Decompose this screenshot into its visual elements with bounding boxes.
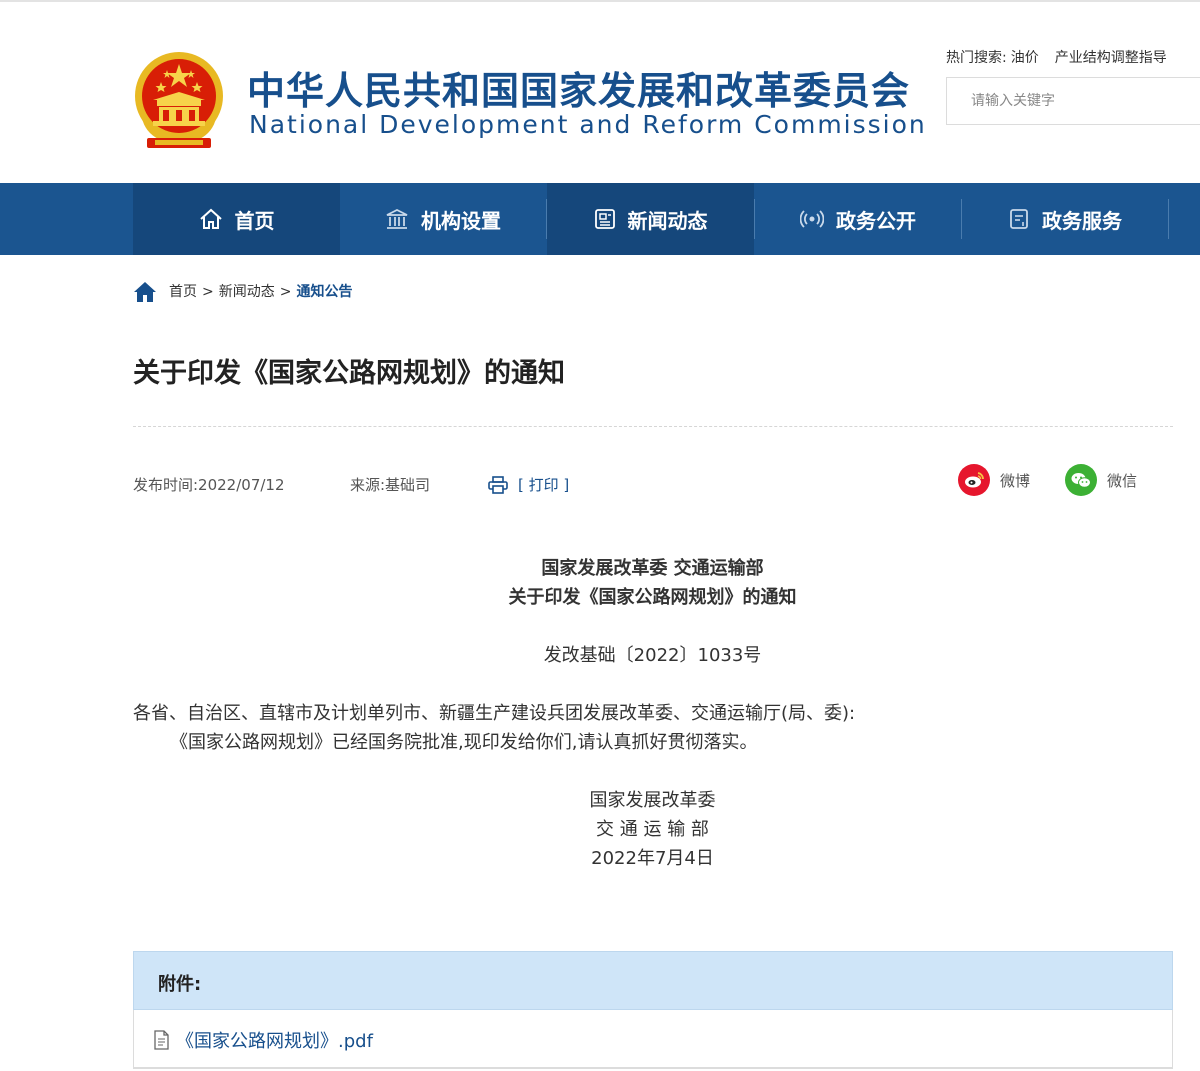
print-button[interactable]: [ 打印 ] (488, 474, 569, 496)
doc-number: 发改基础〔2022〕1033号 (543, 645, 762, 666)
doc-body: 《国家公路网规划》已经国务院批准,现印发给你们,请认真抓好贯彻落实。 (170, 732, 758, 753)
site-title-en[interactable]: National Development and Reform Commissi… (249, 110, 927, 140)
nav-item-label: 首页 (234, 208, 275, 233)
share-weibo[interactable]: 微博 (958, 464, 1030, 496)
article-source: 来源:基础司 (350, 476, 431, 494)
nav-item-label: 政务公开 (836, 208, 916, 233)
doc-addressee: 各省、自治区、直辖市及计划单列市、新疆生产建设兵团发展改革委、交通运输厅(局、委… (133, 703, 856, 724)
nav-item-organization[interactable]: 机构设置 (340, 183, 546, 255)
share-wechat[interactable]: 微信 (1065, 464, 1137, 496)
nav-item-label: 政务服务 (1042, 208, 1122, 233)
main-nav: 首页 机构设置 新闻动态 政务公开 政务服务 (0, 183, 1200, 255)
hot-search: 热门搜索: 油价 产业结构调整指导 (946, 48, 1167, 68)
home-icon (199, 208, 222, 229)
printer-icon (488, 476, 508, 494)
share-label: 微信 (1107, 471, 1138, 490)
building-icon (386, 208, 408, 229)
doc-date: 2022年7月4日 (591, 848, 714, 869)
breadcrumb-news[interactable]: 新闻动态 (219, 281, 275, 303)
article-title: 关于印发《国家公路网规划》的通知 (133, 358, 565, 389)
print-label: [ 打印 ] (518, 476, 570, 494)
attachments-label: 附件: (158, 974, 202, 995)
wechat-icon (1065, 464, 1097, 496)
attachment-row: 《国家公路网规划》.pdf (133, 1010, 1173, 1068)
breadcrumb-home[interactable]: 首页 (169, 281, 197, 303)
search-box (946, 77, 1200, 125)
nav-item-government-services[interactable]: 政务服务 (962, 183, 1168, 255)
national-emblem-logo[interactable] (133, 52, 225, 150)
attachment-link[interactable]: 《国家公路网规划》.pdf (152, 1027, 373, 1053)
title-divider (133, 426, 1173, 427)
nav-item-label: 机构设置 (421, 208, 501, 233)
nav-item-government-affairs[interactable]: 政务公开 (755, 183, 961, 255)
hot-search-keyword[interactable]: 产业结构调整指导 (1055, 50, 1167, 66)
nav-divider (1168, 199, 1169, 239)
doc-signature: 交 通 运 输 部 (596, 819, 709, 840)
breadcrumb-separator: > (202, 284, 214, 300)
breadcrumb: 首页 > 新闻动态 > 通知公告 (133, 281, 352, 303)
hot-search-keyword[interactable]: 油价 (1011, 50, 1039, 66)
nav-item-label: 新闻动态 (627, 208, 708, 233)
document-icon (154, 1030, 169, 1050)
share-label: 微博 (1000, 471, 1031, 490)
broadcast-icon (800, 210, 824, 228)
doc-title: 关于印发《国家公路网规划》的通知 (508, 587, 797, 608)
home-icon (134, 282, 156, 302)
doc-signature: 国家发展改革委 (589, 790, 716, 811)
site-title-cn[interactable]: 中华人民共和国国家发展和改革委员会 (247, 66, 910, 116)
publish-time: 发布时间:2022/07/12 (133, 476, 285, 494)
hot-search-label: 热门搜索: (946, 50, 1007, 66)
nav-item-home[interactable]: 首页 (133, 183, 340, 255)
breadcrumb-notices[interactable]: 通知公告 (296, 281, 352, 303)
top-border (0, 0, 1200, 2)
weibo-icon (958, 464, 990, 496)
doc-issuers: 国家发展改革委 交通运输部 (541, 558, 764, 579)
breadcrumb-separator: > (279, 284, 292, 300)
newspaper-icon (594, 209, 615, 229)
service-icon (1010, 209, 1028, 229)
search-input[interactable] (947, 78, 1200, 124)
attachments-header: 附件: (133, 951, 1173, 1010)
attachment-filename: 《国家公路网规划》.pdf (176, 1031, 373, 1052)
attachment-bottom-border (133, 1068, 1173, 1069)
nav-item-news[interactable]: 新闻动态 (547, 183, 754, 255)
